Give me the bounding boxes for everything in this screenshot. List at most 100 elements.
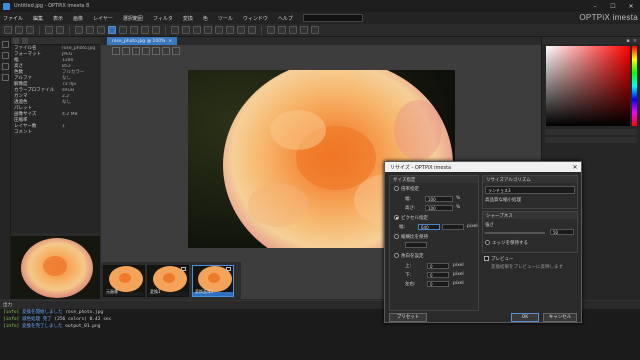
keep-ratio-radio[interactable] [394, 234, 399, 239]
menu-bar: ファイル 編集 表示 画像 レイヤー 選択範囲 フィルタ 変換 色 ツール ウィ… [0, 12, 640, 24]
menu-view[interactable]: 表示 [53, 15, 63, 22]
sharpness-slider[interactable] [485, 232, 545, 234]
preview-icon[interactable] [300, 26, 308, 34]
width-percent-input[interactable]: 100 [425, 196, 453, 202]
film-checkbox[interactable] [181, 267, 186, 271]
height-percent-input[interactable]: 100 [425, 205, 453, 211]
zoom-in-doc-icon[interactable] [152, 47, 160, 55]
film-caption: 変換画像2 [195, 289, 214, 294]
panel-pin-icon[interactable]: ▪ [626, 38, 629, 44]
window-controls: – ☐ ✕ [586, 3, 640, 10]
cancel-button[interactable]: キャンセル [543, 313, 577, 322]
close-window-button[interactable]: ✕ [622, 3, 640, 10]
edge-radio[interactable] [485, 240, 490, 245]
margin-radio[interactable] [394, 253, 399, 258]
maximize-button[interactable]: ☐ [604, 3, 622, 10]
paste-icon[interactable] [97, 26, 105, 34]
ok-button[interactable]: OK [511, 313, 539, 322]
filmstrip-item[interactable]: 変換1 [147, 265, 189, 297]
menu-file[interactable]: ファイル [3, 15, 23, 22]
settings-icon[interactable] [289, 26, 297, 34]
menu-color[interactable]: 色 [203, 15, 208, 22]
pixel-width-input[interactable]: 640 [418, 224, 440, 230]
actual-size-icon[interactable] [142, 47, 150, 55]
color-value-row [545, 129, 637, 135]
document-tab[interactable]: rose_photo.jpg @ 100% × [107, 37, 178, 45]
menu-window[interactable]: ウィンドウ [243, 15, 268, 22]
panel-menu-icon[interactable] [13, 38, 19, 44]
scale-radio[interactable] [394, 186, 399, 191]
filmstrip-item[interactable]: 元画像 [103, 265, 145, 297]
left-right-input[interactable]: 0 [427, 281, 449, 287]
batch-icon[interactable] [267, 26, 275, 34]
eyedropper-icon[interactable] [2, 74, 9, 81]
ratio-input[interactable] [405, 242, 427, 248]
filmstrip-item-selected[interactable]: 変換画像2 [192, 265, 234, 297]
select-tool-icon[interactable] [108, 26, 116, 34]
panel-close-icon[interactable]: × [633, 38, 637, 44]
color-spectrum[interactable] [546, 46, 630, 126]
grid-icon[interactable] [226, 26, 234, 34]
document-toolbar [112, 46, 212, 56]
bottom-input[interactable]: 0 [427, 272, 449, 278]
levels-icon[interactable] [204, 26, 212, 34]
zoom-in-icon[interactable] [237, 26, 245, 34]
rotate-icon[interactable] [141, 26, 149, 34]
menu-tools[interactable]: ツール [218, 15, 233, 22]
new-file-icon[interactable] [4, 26, 12, 34]
menu-help[interactable]: ヘルプ [278, 15, 293, 22]
view-compare-icon[interactable] [122, 47, 130, 55]
redo-icon[interactable] [56, 26, 64, 34]
pixel-radio[interactable] [394, 215, 399, 220]
menu-selection[interactable]: 選択範囲 [123, 15, 143, 22]
properties-header [11, 37, 100, 45]
menu-layer[interactable]: レイヤー [93, 15, 113, 22]
zoom-out-doc-icon[interactable] [162, 47, 170, 55]
compare-icon[interactable] [278, 26, 286, 34]
menu-image[interactable]: 画像 [73, 15, 83, 22]
navigator-thumbnail[interactable] [11, 236, 100, 299]
filter-icon[interactable] [193, 26, 201, 34]
view-single-icon[interactable] [112, 47, 120, 55]
margin-label: 余白を設定 [401, 254, 424, 259]
property-value: rose_photo.jpg [62, 45, 96, 51]
pointer-icon[interactable] [2, 41, 9, 48]
pixel-height-input[interactable] [442, 224, 464, 230]
save-icon[interactable] [26, 26, 34, 34]
zoom-icon[interactable] [2, 63, 9, 70]
hue-icon[interactable] [215, 26, 223, 34]
resize-icon[interactable] [130, 26, 138, 34]
crop-icon[interactable] [119, 26, 127, 34]
hand-icon[interactable] [2, 52, 9, 59]
search-input[interactable] [302, 14, 363, 22]
width-label: 幅: [405, 197, 412, 202]
menu-convert[interactable]: 変換 [183, 15, 193, 22]
undo-icon[interactable] [45, 26, 53, 34]
flip-icon[interactable] [152, 26, 160, 34]
cut-icon[interactable] [75, 26, 83, 34]
left-right-label: 左右: [405, 282, 416, 287]
color-reduce-icon[interactable] [171, 26, 179, 34]
fit-window-icon[interactable] [132, 47, 140, 55]
dialog-close-icon[interactable]: ✕ [569, 164, 581, 171]
zoom-out-icon[interactable] [248, 26, 256, 34]
open-folder-icon[interactable] [15, 26, 23, 34]
app-icon [3, 2, 10, 10]
palette-icon[interactable] [182, 26, 190, 34]
tab-close-icon[interactable]: × [168, 39, 172, 44]
top-input[interactable]: 0 [427, 263, 449, 269]
film-checkbox[interactable] [226, 267, 231, 271]
minimize-button[interactable]: – [586, 3, 604, 10]
preview-checkbox[interactable] [484, 256, 489, 261]
export-icon[interactable] [311, 26, 319, 34]
algorithm-select[interactable]: ランチョス3 [485, 186, 575, 194]
menu-filter[interactable]: フィルタ [153, 15, 173, 22]
copy-icon[interactable] [86, 26, 94, 34]
preset-button[interactable]: プリセット [389, 313, 427, 322]
sharpness-value[interactable]: 50 [550, 229, 574, 235]
grid-toggle-icon[interactable] [172, 47, 180, 55]
hue-slider[interactable] [632, 46, 637, 126]
menu-edit[interactable]: 編集 [33, 15, 43, 22]
property-value: 4.2 MB [62, 111, 78, 117]
panel-pin-icon[interactable] [22, 38, 28, 44]
